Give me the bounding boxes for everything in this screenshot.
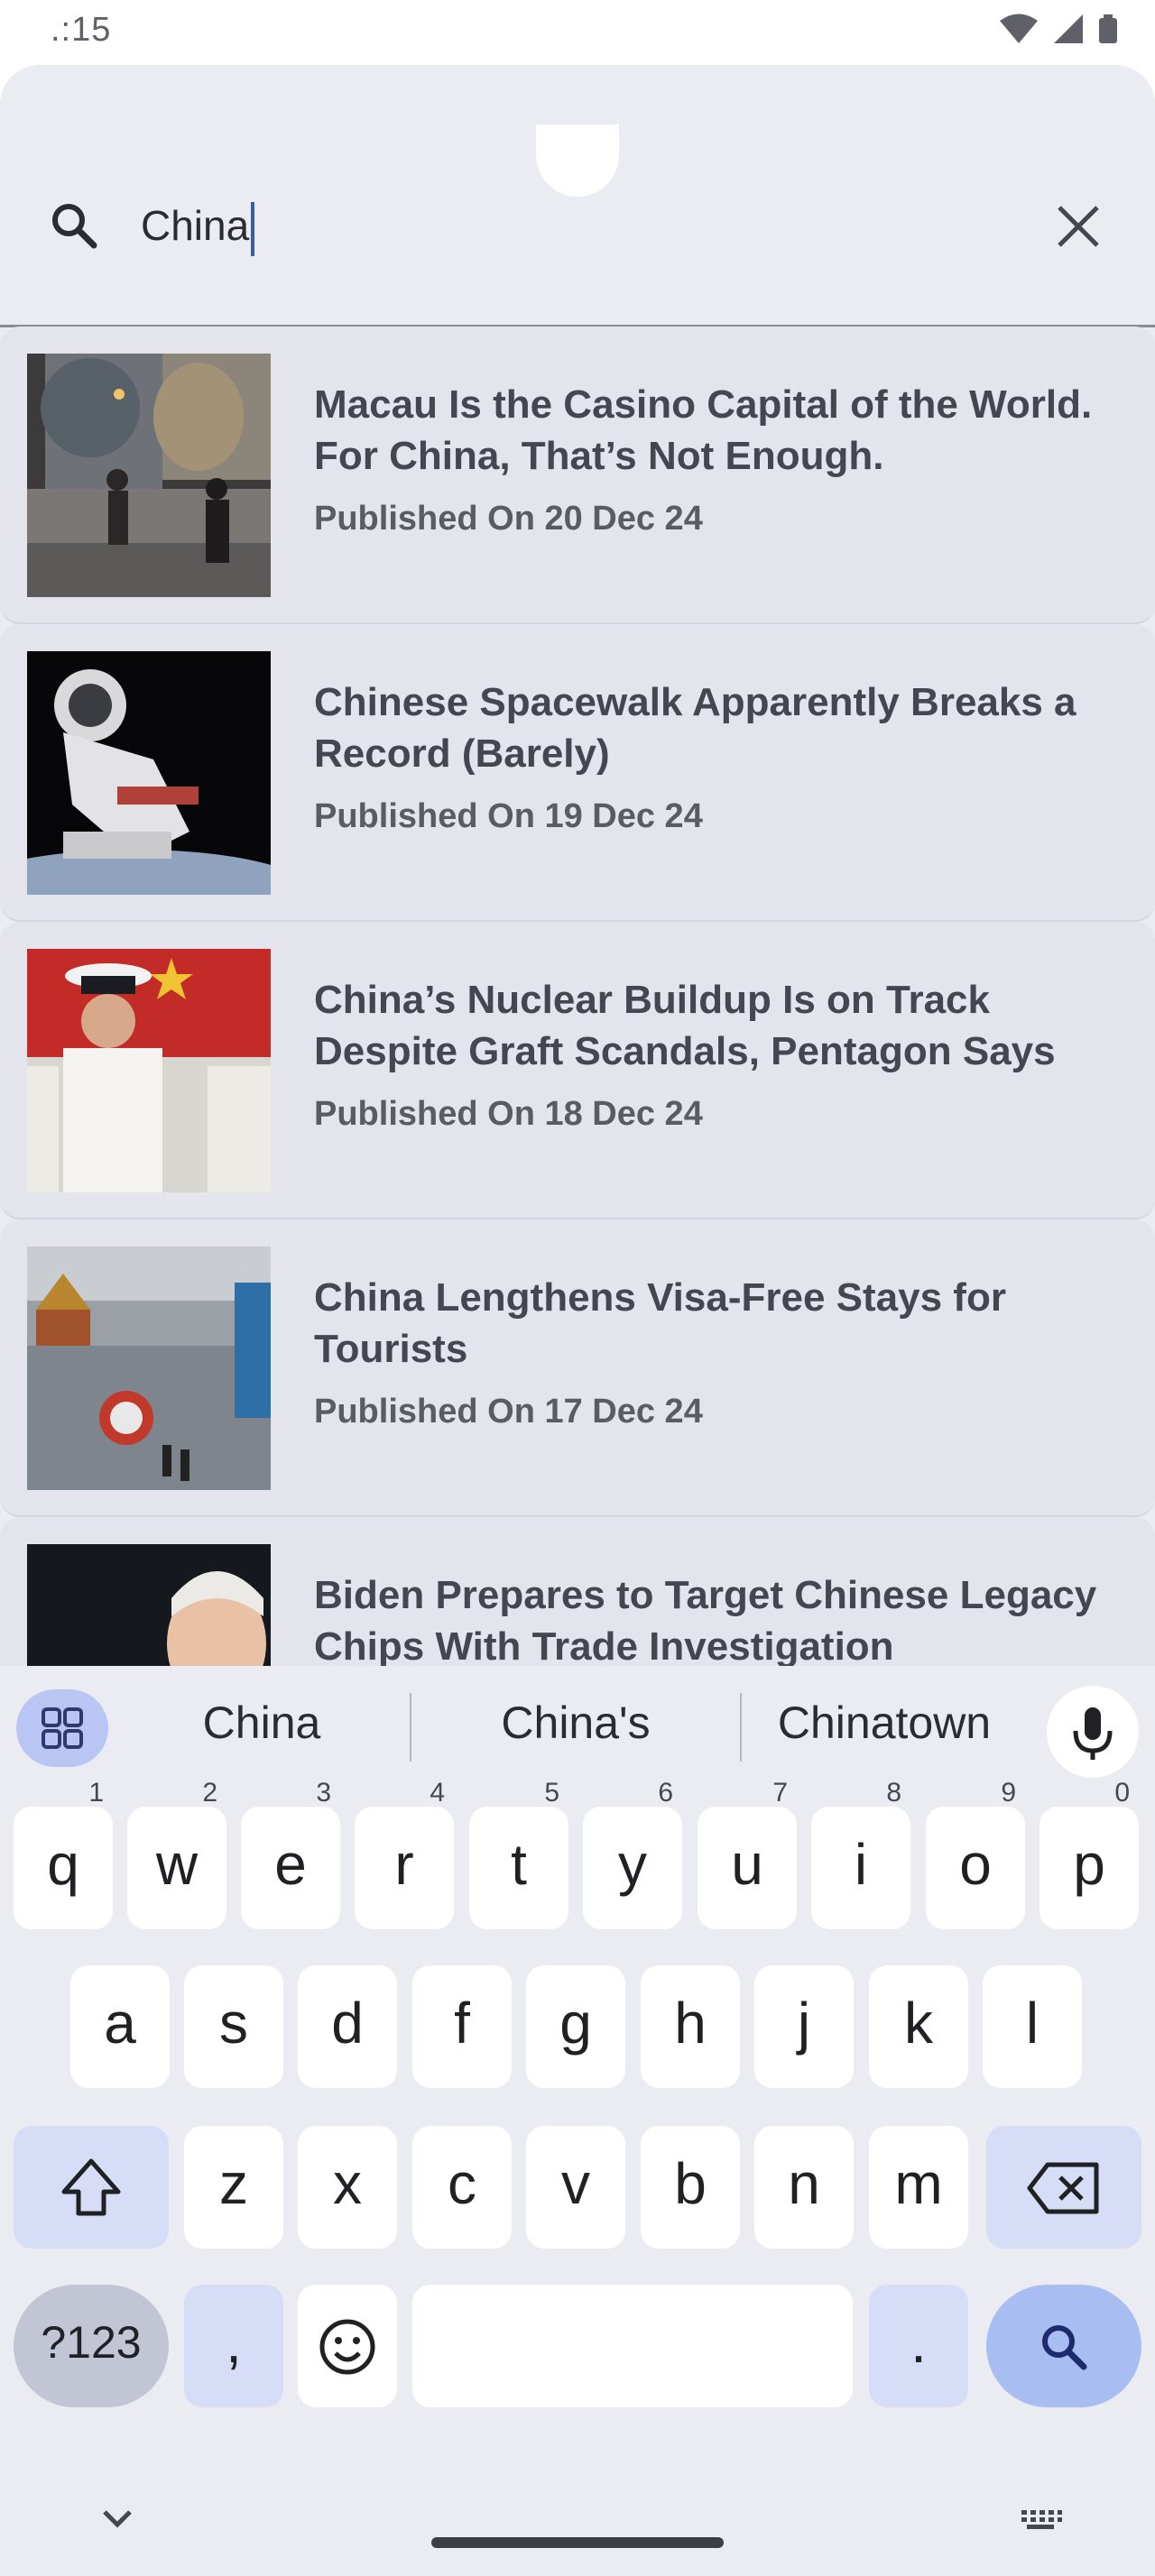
result-card[interactable]: China Lengthens Visa-Free Stays for Tour… xyxy=(0,1219,1155,1517)
emoji-icon xyxy=(319,2319,375,2375)
article-title: Biden Prepares to Target Chinese Legacy … xyxy=(314,1573,1097,1666)
shift-icon xyxy=(61,2158,121,2216)
article-title: China’s Nuclear Buildup Is on Track Desp… xyxy=(314,978,1056,1073)
keyboard-apps-button[interactable] xyxy=(16,1689,108,1767)
key-b[interactable]: b xyxy=(641,2126,740,2249)
chevron-down-icon[interactable] xyxy=(99,2505,135,2532)
key-p[interactable]: p0 xyxy=(1040,1780,1139,1929)
key-n[interactable]: n xyxy=(754,2126,854,2249)
suggestion-strip: China China's Chinatown xyxy=(0,1666,1155,1789)
key-z[interactable]: z xyxy=(184,2126,283,2249)
key-v[interactable]: v xyxy=(526,2126,625,2249)
article-date: Published On 17 Dec 24 xyxy=(314,1393,703,1431)
key-w[interactable]: w2 xyxy=(127,1780,226,1929)
text-caret xyxy=(251,201,255,256)
key-a[interactable]: a xyxy=(70,1965,170,2088)
keyboard-switch-icon[interactable] xyxy=(1018,2505,1063,2532)
battery-icon xyxy=(1099,14,1117,43)
result-card[interactable]: Biden Prepares to Target Chinese Legacy … xyxy=(0,1517,1155,1666)
article-title: Macau Is the Casino Capital of the World… xyxy=(314,382,1093,478)
microphone-icon xyxy=(1073,1707,1113,1760)
suggestion-3[interactable]: Chinatown xyxy=(758,1697,1011,1749)
soft-keyboard: China China's Chinatown q1 w2 e3 r4 t5 y… xyxy=(0,1666,1155,2576)
key-t[interactable]: t5 xyxy=(469,1780,568,1929)
status-time: .:15 xyxy=(51,11,112,49)
home-indicator[interactable] xyxy=(431,2537,724,2548)
suggestion-divider xyxy=(740,1693,742,1762)
article-thumbnail xyxy=(27,1247,271,1490)
search-query: China xyxy=(141,202,250,249)
clear-search-icon[interactable] xyxy=(1049,197,1108,256)
search-icon xyxy=(1042,2325,1087,2370)
search-action-key[interactable] xyxy=(986,2285,1141,2407)
key-y[interactable]: y6 xyxy=(583,1780,682,1929)
key-l[interactable]: l xyxy=(983,1965,1082,2088)
grid-icon xyxy=(42,1707,83,1749)
key-d[interactable]: d xyxy=(298,1965,397,2088)
key-o[interactable]: o9 xyxy=(926,1780,1025,1929)
suggestion-2[interactable]: China's xyxy=(431,1697,720,1749)
article-title: China Lengthens Visa-Free Stays for Tour… xyxy=(314,1275,1006,1371)
key-i[interactable]: i8 xyxy=(811,1780,910,1929)
key-e[interactable]: e3 xyxy=(241,1780,340,1929)
backspace-key[interactable] xyxy=(986,2126,1141,2249)
status-bar: .:15 xyxy=(0,0,1155,65)
comma-key[interactable]: , xyxy=(184,2285,283,2407)
emoji-key[interactable] xyxy=(298,2285,397,2407)
article-thumbnail xyxy=(27,949,271,1192)
results-list: Macau Is the Casino Capital of the World… xyxy=(0,327,1155,1666)
voice-input-button[interactable] xyxy=(1047,1686,1139,1778)
key-m[interactable]: m xyxy=(869,2126,968,2249)
article-thumbnail xyxy=(27,651,271,895)
article-thumbnail xyxy=(27,1544,271,1666)
article-date: Published On 19 Dec 24 xyxy=(314,797,703,835)
search-input[interactable]: China xyxy=(141,189,1007,262)
key-g[interactable]: g xyxy=(526,1965,625,2088)
search-icon xyxy=(52,204,97,249)
suggestion-1[interactable]: China xyxy=(135,1697,388,1749)
result-card[interactable]: China’s Nuclear Buildup Is on Track Desp… xyxy=(0,922,1155,1219)
symbols-key[interactable]: ?123 xyxy=(14,2285,169,2407)
article-date: Published On 20 Dec 24 xyxy=(314,500,703,538)
key-q[interactable]: q1 xyxy=(14,1780,113,1929)
key-s[interactable]: s xyxy=(184,1965,283,2088)
status-icons xyxy=(998,13,1119,45)
key-x[interactable]: x xyxy=(298,2126,397,2249)
wifi-icon xyxy=(1000,14,1038,43)
period-key[interactable]: . xyxy=(869,2285,968,2407)
result-card[interactable]: Macau Is the Casino Capital of the World… xyxy=(0,327,1155,624)
key-c[interactable]: c xyxy=(412,2126,512,2249)
shift-key[interactable] xyxy=(14,2126,169,2249)
suggestion-divider xyxy=(410,1693,411,1762)
space-key[interactable] xyxy=(412,2285,853,2407)
key-f[interactable]: f xyxy=(412,1965,512,2088)
key-r[interactable]: r4 xyxy=(355,1780,454,1929)
key-j[interactable]: j xyxy=(754,1965,854,2088)
result-card[interactable]: Chinese Spacewalk Apparently Breaks a Re… xyxy=(0,624,1155,922)
signal-icon xyxy=(1054,14,1083,43)
article-thumbnail xyxy=(27,354,271,597)
article-date: Published On 18 Dec 24 xyxy=(314,1095,703,1133)
search-bar: China xyxy=(0,108,1155,325)
key-h[interactable]: h xyxy=(641,1965,740,2088)
backspace-icon xyxy=(1027,2162,1099,2214)
key-u[interactable]: u7 xyxy=(698,1780,797,1929)
key-k[interactable]: k xyxy=(869,1965,968,2088)
article-title: Chinese Spacewalk Apparently Breaks a Re… xyxy=(314,680,1076,776)
